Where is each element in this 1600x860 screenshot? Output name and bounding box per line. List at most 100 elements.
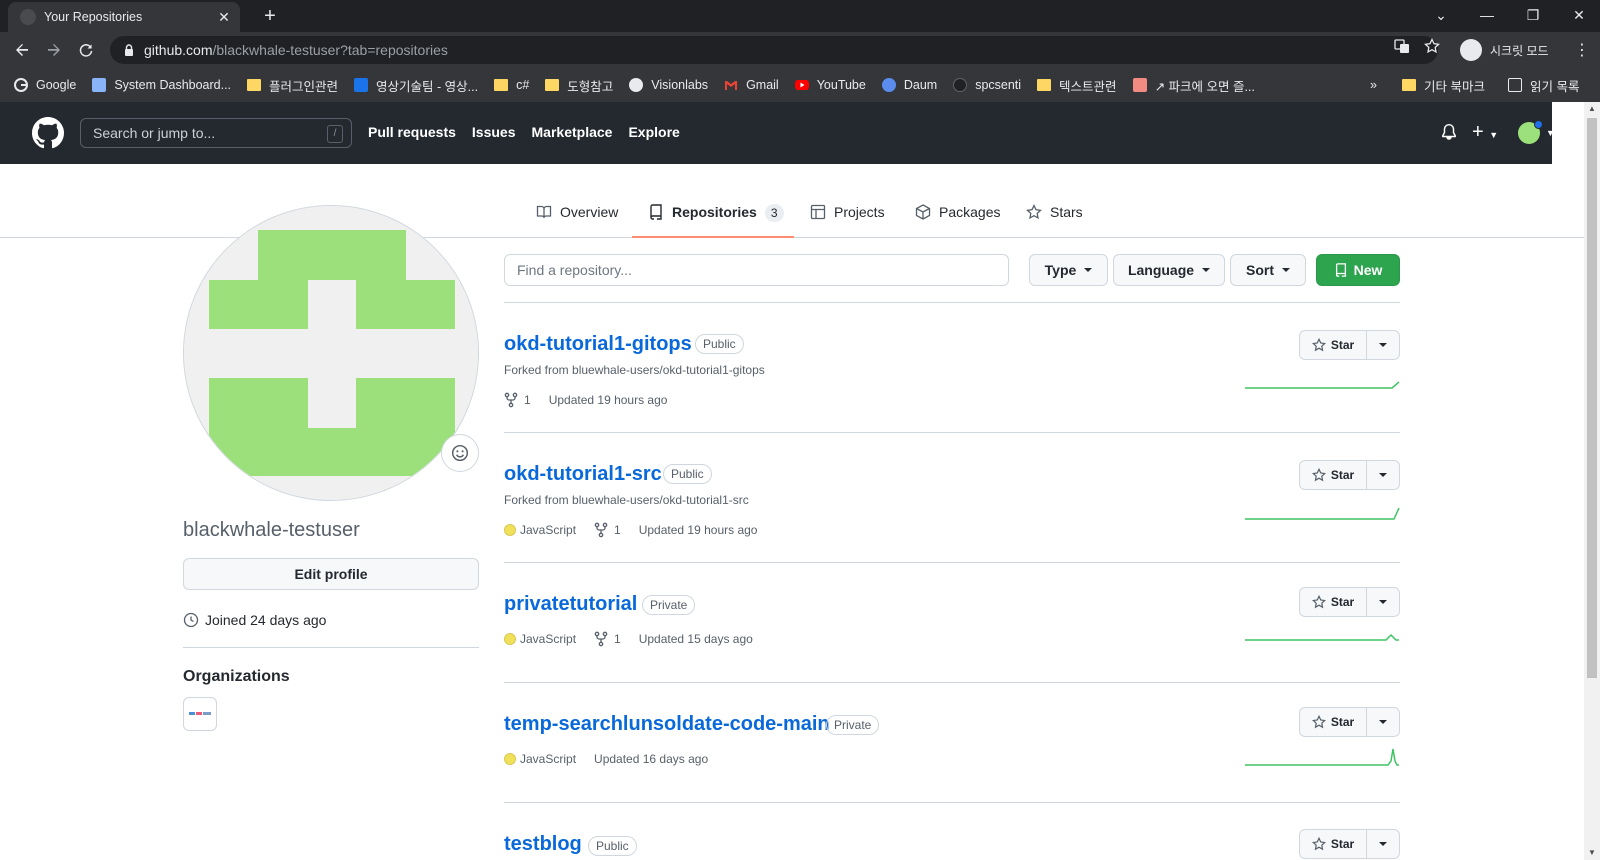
repo-meta: 1 Updated 19 hours ago [504, 392, 667, 408]
bookmark-gmail[interactable]: Gmail [724, 78, 779, 92]
repo-name-link[interactable]: temp-searchlunsoldate-code-main [504, 713, 830, 736]
folder-icon [247, 79, 262, 91]
star-button-group: Star [1299, 330, 1400, 360]
star-button[interactable]: Star [1299, 707, 1367, 737]
repo-name-link[interactable]: privatetutorial [504, 593, 637, 616]
repo-meta: JavaScript Updated 16 days ago [504, 752, 708, 766]
nav-explore[interactable]: Explore [628, 124, 679, 140]
star-list-dropdown[interactable] [1367, 330, 1400, 360]
sort-filter-button[interactable]: Sort [1230, 254, 1306, 286]
scrollbar-thumb[interactable] [1587, 118, 1597, 678]
edit-profile-button[interactable]: Edit profile [183, 558, 479, 590]
repo-name-link[interactable]: okd-tutorial1-src [504, 463, 662, 486]
star-list-dropdown[interactable] [1367, 587, 1400, 617]
chrome-menu-icon[interactable]: ⋮ [1570, 38, 1594, 62]
language-label: JavaScript [520, 752, 577, 766]
folder-icon [545, 79, 560, 91]
bookmark-video-team[interactable]: 영상기술팀 - 영상... [354, 76, 478, 95]
bookmark-youtube[interactable]: YouTube [794, 78, 866, 92]
star-icon [1311, 837, 1326, 851]
forward-button[interactable] [42, 38, 66, 62]
bookmark-system-dashboard[interactable]: System Dashboard... [92, 78, 231, 92]
star-button[interactable]: Star [1299, 330, 1367, 360]
set-status-button[interactable] [441, 434, 479, 472]
tab-repositories[interactable]: Repositories 3 [632, 204, 794, 238]
scroll-up-arrow-icon[interactable]: ▲ [1588, 104, 1596, 113]
incognito-indicator[interactable]: 시크릿 모드 [1460, 36, 1549, 64]
close-tab-icon[interactable]: ✕ [216, 9, 232, 25]
repository-filter-bar: Type Language Sort New [504, 254, 1400, 286]
nav-issues[interactable]: Issues [472, 124, 516, 140]
tab-packages[interactable]: Packages [915, 204, 1000, 238]
search-shortcut-key: / [327, 125, 343, 143]
tab-projects[interactable]: Projects [810, 204, 885, 238]
github-logo-icon[interactable] [32, 117, 64, 149]
google-icon [14, 78, 28, 92]
fork-count[interactable]: 1 [594, 522, 621, 538]
nav-marketplace[interactable]: Marketplace [532, 124, 613, 140]
github-header: Search or jump to... / Pull requests Iss… [0, 102, 1555, 164]
bookmark-folder-csharp[interactable]: c# [494, 78, 529, 92]
type-filter-button[interactable]: Type [1029, 254, 1108, 286]
reload-button[interactable] [74, 38, 98, 62]
header-nav: Pull requests Issues Marketplace Explore [368, 124, 696, 140]
tab-stars[interactable]: Stars [1026, 204, 1083, 238]
sidebar-divider [183, 647, 479, 648]
new-tab-button[interactable]: + [258, 4, 282, 28]
repo-icon [650, 204, 662, 220]
bookmark-label: 도형참고 [567, 79, 614, 94]
star-button[interactable]: Star [1299, 460, 1367, 490]
create-new-dropdown[interactable]: + ▼ [1472, 122, 1498, 145]
bookmark-folder-text[interactable]: 텍스트관련 [1037, 76, 1117, 95]
forked-from-text[interactable]: Forked from bluewhale-users/okd-tutorial… [504, 363, 765, 377]
repo-name-link[interactable]: testblog [504, 833, 582, 856]
other-bookmarks-button[interactable]: 기타 북마크 [1402, 68, 1485, 102]
smiley-icon [451, 444, 469, 462]
bookmark-google[interactable]: Google [14, 78, 76, 92]
star-list-dropdown[interactable] [1367, 707, 1400, 737]
bookmark-spcsenti[interactable]: spcsenti [953, 78, 1021, 92]
url-path: /blackwhale-testuser?tab=repositories [212, 42, 448, 58]
chevron-down-icon [1379, 343, 1387, 347]
fork-count[interactable]: 1 [504, 392, 531, 408]
star-list-dropdown[interactable] [1367, 460, 1400, 490]
close-window-button[interactable]: ✕ [1556, 0, 1600, 30]
organization-avatar[interactable] [183, 697, 217, 731]
language-filter-button[interactable]: Language [1113, 254, 1225, 286]
reading-list-button[interactable]: 읽기 목록 [1508, 68, 1579, 102]
header-search-input[interactable]: Search or jump to... / [80, 118, 352, 148]
tab-search-icon[interactable]: ⌄ [1418, 0, 1464, 30]
bookmark-daum[interactable]: Daum [881, 78, 937, 92]
find-repository-input[interactable] [504, 254, 1009, 286]
fork-count[interactable]: 1 [594, 631, 621, 647]
bookmark-folder-plugin[interactable]: 플러그인관련 [247, 76, 338, 95]
star-list-dropdown[interactable] [1367, 829, 1400, 859]
bookmark-folder-shapes[interactable]: 도형참고 [545, 76, 613, 95]
star-button[interactable]: Star [1299, 587, 1367, 617]
new-repository-button[interactable]: New [1316, 254, 1400, 286]
address-bar[interactable]: github.com/blackwhale-testuser?tab=repos… [110, 36, 1438, 64]
bookmark-visionlabs[interactable]: Visionlabs [629, 78, 708, 92]
notifications-bell-icon[interactable] [1440, 123, 1458, 141]
book-icon [536, 205, 552, 219]
bookmark-label: 영상기술팀 - 영상... [376, 79, 479, 94]
bookmarks-overflow-button[interactable]: » [1370, 68, 1377, 102]
browser-tab[interactable]: Your Repositories ✕ [8, 2, 240, 32]
tab-overview[interactable]: Overview [536, 204, 618, 238]
scroll-down-arrow-icon[interactable]: ▼ [1588, 848, 1596, 857]
minimize-button[interactable]: — [1464, 0, 1510, 30]
back-button[interactable] [10, 38, 34, 62]
translate-icon[interactable] [1394, 38, 1410, 54]
nav-pull-requests[interactable]: Pull requests [368, 124, 456, 140]
repo-meta: JavaScript 1 Updated 19 hours ago [504, 522, 757, 538]
identicon-image [184, 206, 478, 500]
restore-button[interactable]: ❐ [1510, 0, 1556, 30]
bookmark-park[interactable]: ↗ 파크에 오면 즐... [1132, 76, 1255, 95]
star-button[interactable]: Star [1299, 829, 1367, 859]
forked-from-text[interactable]: Forked from bluewhale-users/okd-tutorial… [504, 493, 749, 507]
profile-avatar[interactable] [183, 205, 479, 501]
bookmark-star-icon[interactable] [1424, 38, 1440, 54]
visibility-badge: Public [588, 836, 637, 856]
repo-name-link[interactable]: okd-tutorial1-gitops [504, 333, 692, 356]
repo-list-divider [504, 682, 1400, 683]
